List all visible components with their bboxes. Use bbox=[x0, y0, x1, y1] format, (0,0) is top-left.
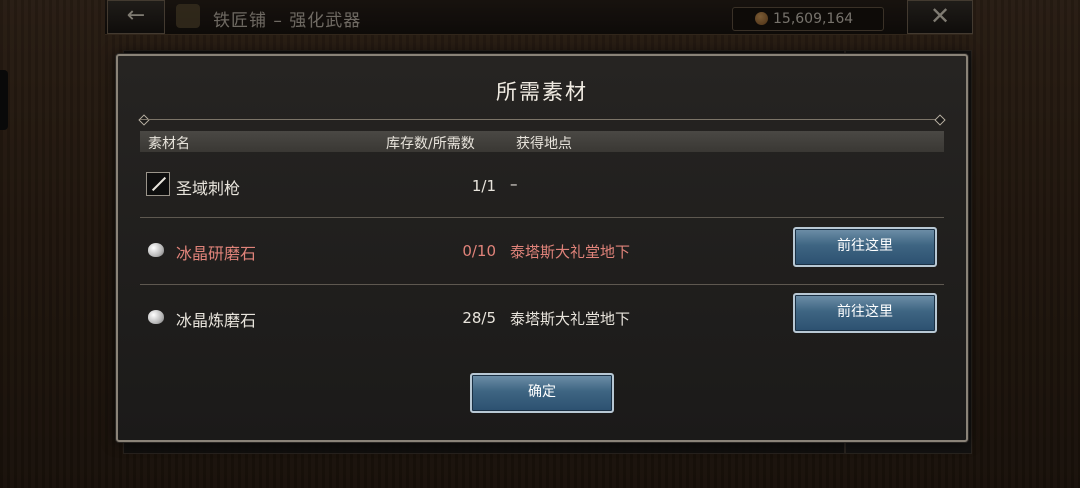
go-here-button[interactable]: 前往这里 bbox=[793, 227, 937, 267]
divider-ornament bbox=[138, 114, 150, 126]
material-count: 0/10 bbox=[462, 242, 496, 260]
material-location: 泰塔斯大礼堂地下 bbox=[510, 310, 631, 328]
material-name: 冰晶研磨石 bbox=[176, 244, 257, 263]
spear-icon bbox=[146, 172, 170, 196]
confirm-button[interactable]: 确定 bbox=[470, 373, 614, 413]
row-divider bbox=[140, 217, 944, 218]
column-header-stock: 库存数/所需数 bbox=[386, 136, 475, 152]
title-divider bbox=[140, 119, 944, 120]
row-divider bbox=[140, 284, 944, 285]
column-header-name: 素材名 bbox=[148, 136, 190, 152]
whetstone-icon bbox=[146, 239, 168, 261]
material-location: – bbox=[510, 175, 518, 193]
column-header-location: 获得地点 bbox=[516, 136, 572, 152]
whetstone-icon bbox=[146, 306, 168, 328]
go-here-button[interactable]: 前往这里 bbox=[793, 293, 937, 333]
divider-ornament bbox=[934, 114, 946, 126]
table-header: 素材名 库存数/所需数 获得地点 bbox=[140, 131, 944, 152]
required-materials-dialog: 所需素材 素材名 库存数/所需数 获得地点 圣域刺枪 1/1 – 冰晶研磨石 0… bbox=[116, 54, 968, 442]
dialog-title: 所需素材 bbox=[496, 80, 588, 104]
material-name: 冰晶炼磨石 bbox=[176, 311, 257, 330]
material-location: 泰塔斯大礼堂地下 bbox=[510, 243, 631, 261]
material-name: 圣域刺枪 bbox=[176, 179, 241, 198]
material-count: 1/1 bbox=[471, 177, 496, 195]
material-count: 28/5 bbox=[462, 309, 496, 327]
